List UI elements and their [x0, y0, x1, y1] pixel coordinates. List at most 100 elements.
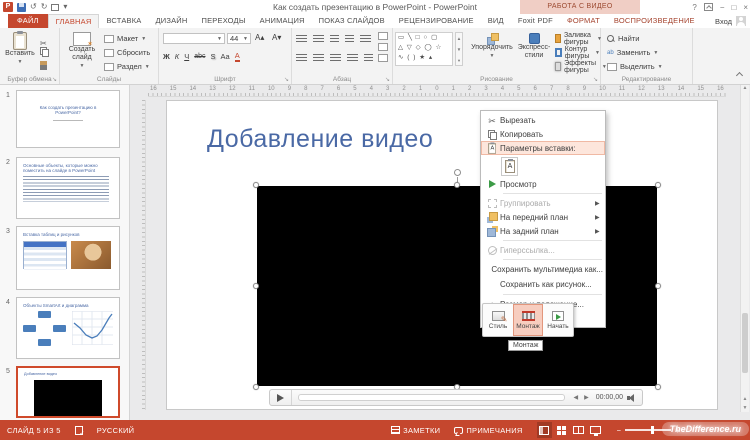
save-icon[interactable]	[17, 2, 26, 12]
next-slide-icon[interactable]: ▼	[741, 405, 749, 411]
tab-view[interactable]: ВИД	[481, 14, 511, 28]
underline-button[interactable]: Ч	[184, 52, 189, 61]
zoom-out-icon[interactable]: −	[617, 426, 622, 435]
tab-foxit-pdf[interactable]: Foxit PDF	[511, 14, 560, 28]
menu-item-paste-options[interactable]: Параметры вставки:	[481, 141, 605, 155]
help-icon[interactable]: ?	[692, 3, 696, 12]
resize-handle-n[interactable]	[454, 182, 460, 188]
shape-outline-button[interactable]: Контур фигуры ▼	[555, 46, 600, 60]
reading-view-button[interactable]	[571, 422, 586, 438]
text-direction-icon[interactable]	[378, 32, 388, 40]
sign-in[interactable]: Вход	[715, 14, 750, 28]
resize-handle-nw[interactable]	[253, 182, 259, 188]
thumbnail-slide-3[interactable]: Вставка таблиц и рисунков	[16, 226, 120, 290]
decrease-indent-icon[interactable]	[330, 35, 339, 44]
dialog-launcher-icon[interactable]: ↘	[385, 76, 390, 83]
shape-effects-button[interactable]: Эффекты фигуры ▼	[555, 60, 607, 74]
menu-item-bring-to-front[interactable]: На передний план ▶	[481, 210, 605, 224]
move-back-frame-icon[interactable]: ◀	[571, 394, 582, 401]
line-spacing-icon[interactable]	[360, 35, 371, 44]
bullets-icon[interactable]	[296, 35, 307, 44]
shapes-gallery-scroll[interactable]: ▲ ▼ ▾	[455, 32, 463, 66]
align-right-icon[interactable]	[330, 54, 341, 63]
undo-icon[interactable]: ↺	[30, 2, 37, 12]
video-style-button[interactable]: Стиль	[483, 304, 513, 336]
slide-counter[interactable]: СЛАЙД 5 ИЗ 5	[0, 420, 68, 440]
redo-icon[interactable]: ↻	[41, 2, 48, 12]
shapes-gallery[interactable]: ▭ ╲ □ ○ ▢ △ ▽ ◇ ◯ ☆ ∿ ( ) ★ ▴	[395, 32, 453, 66]
format-painter-button[interactable]	[40, 61, 47, 70]
menu-item-save-as-picture[interactable]: Сохранить как рисунок...	[481, 277, 605, 292]
menu-item-send-to-back[interactable]: На задний план ▶	[481, 224, 605, 238]
powerpoint-app-icon[interactable]: P	[3, 2, 13, 12]
italic-button[interactable]: К	[175, 52, 179, 61]
paste-button[interactable]: Вставить ▼	[4, 31, 36, 66]
align-text-icon[interactable]	[378, 43, 388, 51]
font-size-combo[interactable]: 44 ▼	[227, 33, 251, 44]
paste-keep-text-button[interactable]	[501, 156, 518, 176]
tab-video-playback[interactable]: ВОСПРОИЗВЕДЕНИЕ	[607, 14, 702, 28]
decrease-font-icon[interactable]: А▾	[271, 33, 282, 42]
progress-bar[interactable]	[298, 394, 565, 401]
menu-item-cut[interactable]: Вырезать	[481, 113, 605, 127]
dialog-launcher-icon[interactable]: ↘	[284, 76, 289, 83]
shape-fill-button[interactable]: Заливка фигуры ▼	[555, 32, 602, 46]
vertical-scrollbar[interactable]: ▲ ▲ ▼	[740, 85, 749, 412]
mute-volume-icon[interactable]	[627, 393, 637, 402]
quick-styles-button[interactable]: Экспресс- стили	[515, 33, 553, 60]
change-case-button[interactable]: Aa	[221, 52, 230, 61]
tab-video-format[interactable]: ФОРМАТ	[560, 14, 607, 28]
horizontal-ruler[interactable]: 16 15 14 13 12 11 10 9 8 7 6 5 4 3 2 1 0 1 2 3 4 5 6 7 8 9 10 11 12 1…	[148, 85, 726, 97]
tab-design[interactable]: ДИЗАЙН	[149, 14, 195, 28]
slide-editing-area[interactable]: Добавление видео ◀ ▶ 00:00,00	[166, 100, 718, 410]
select-button[interactable]: Выделить ▼	[607, 60, 663, 73]
justify-icon[interactable]	[347, 54, 358, 63]
start-slideshow-icon[interactable]	[51, 3, 60, 11]
tab-home[interactable]: ГЛАВНАЯ	[47, 14, 100, 28]
scrollbar-thumb[interactable]	[742, 313, 748, 373]
resize-handle-se[interactable]	[655, 384, 661, 390]
menu-item-hyperlink[interactable]: Гиперссылка...	[481, 243, 605, 257]
layout-button[interactable]: Макет ▼	[104, 32, 146, 45]
numbering-icon[interactable]	[313, 35, 324, 44]
vertical-ruler[interactable]	[136, 100, 146, 410]
previous-slide-icon[interactable]: ▲	[741, 396, 749, 402]
video-start-button[interactable]: Начать	[543, 304, 573, 336]
find-button[interactable]: Найти	[607, 32, 639, 45]
font-name-combo[interactable]: ▼	[163, 33, 225, 44]
resize-handle-ne[interactable]	[655, 182, 661, 188]
menu-item-copy[interactable]: Копировать	[481, 127, 605, 141]
dialog-launcher-icon[interactable]: ↘	[593, 76, 598, 83]
tab-transitions[interactable]: ПЕРЕХОДЫ	[195, 14, 253, 28]
restore-icon[interactable]: □	[731, 3, 736, 12]
resize-handle-w[interactable]	[253, 283, 259, 289]
arrange-button[interactable]: Упорядочить ▼	[469, 33, 515, 60]
rotation-handle[interactable]	[454, 169, 461, 176]
thumbnail-slide-5-selected[interactable]: Добавление видео	[16, 366, 120, 418]
tab-animation[interactable]: АНИМАЦИЯ	[253, 14, 312, 28]
menu-item-preview[interactable]: Просмотр	[481, 177, 605, 191]
align-left-icon[interactable]	[296, 54, 307, 63]
new-slide-button[interactable]: Создать слайд ▼	[64, 32, 100, 70]
tab-slideshow[interactable]: ПОКАЗ СЛАЙДОВ	[312, 14, 392, 28]
strikethrough-button[interactable]: abc	[194, 53, 205, 60]
collapse-ribbon-icon[interactable]	[735, 71, 744, 80]
section-button[interactable]: Раздел ▼	[104, 60, 150, 73]
move-forward-frame-icon[interactable]: ▶	[581, 394, 592, 401]
thumbnail-slide-1[interactable]: Как создать презентацию в PowerPoint?	[16, 90, 120, 148]
resize-handle-sw[interactable]	[253, 384, 259, 390]
close-icon[interactable]: ×	[743, 3, 748, 12]
play-button[interactable]	[270, 390, 292, 405]
thumbnail-slide-2[interactable]: Основные объекты, которые можно поместит…	[16, 157, 120, 219]
align-center-icon[interactable]	[313, 54, 324, 63]
notes-button[interactable]: ЗАМЕТКИ	[384, 420, 447, 440]
spell-check-button[interactable]	[68, 420, 90, 440]
qat-customize-icon[interactable]: ▾	[63, 2, 67, 12]
normal-view-button[interactable]	[536, 422, 552, 438]
text-shadow-button[interactable]: S	[211, 52, 216, 61]
copy-button[interactable]	[40, 47, 49, 57]
bold-button[interactable]: Ж	[163, 52, 170, 61]
scroll-up-icon[interactable]: ▲	[741, 85, 749, 91]
resize-handle-e[interactable]	[655, 283, 661, 289]
slideshow-view-button[interactable]	[588, 422, 603, 438]
